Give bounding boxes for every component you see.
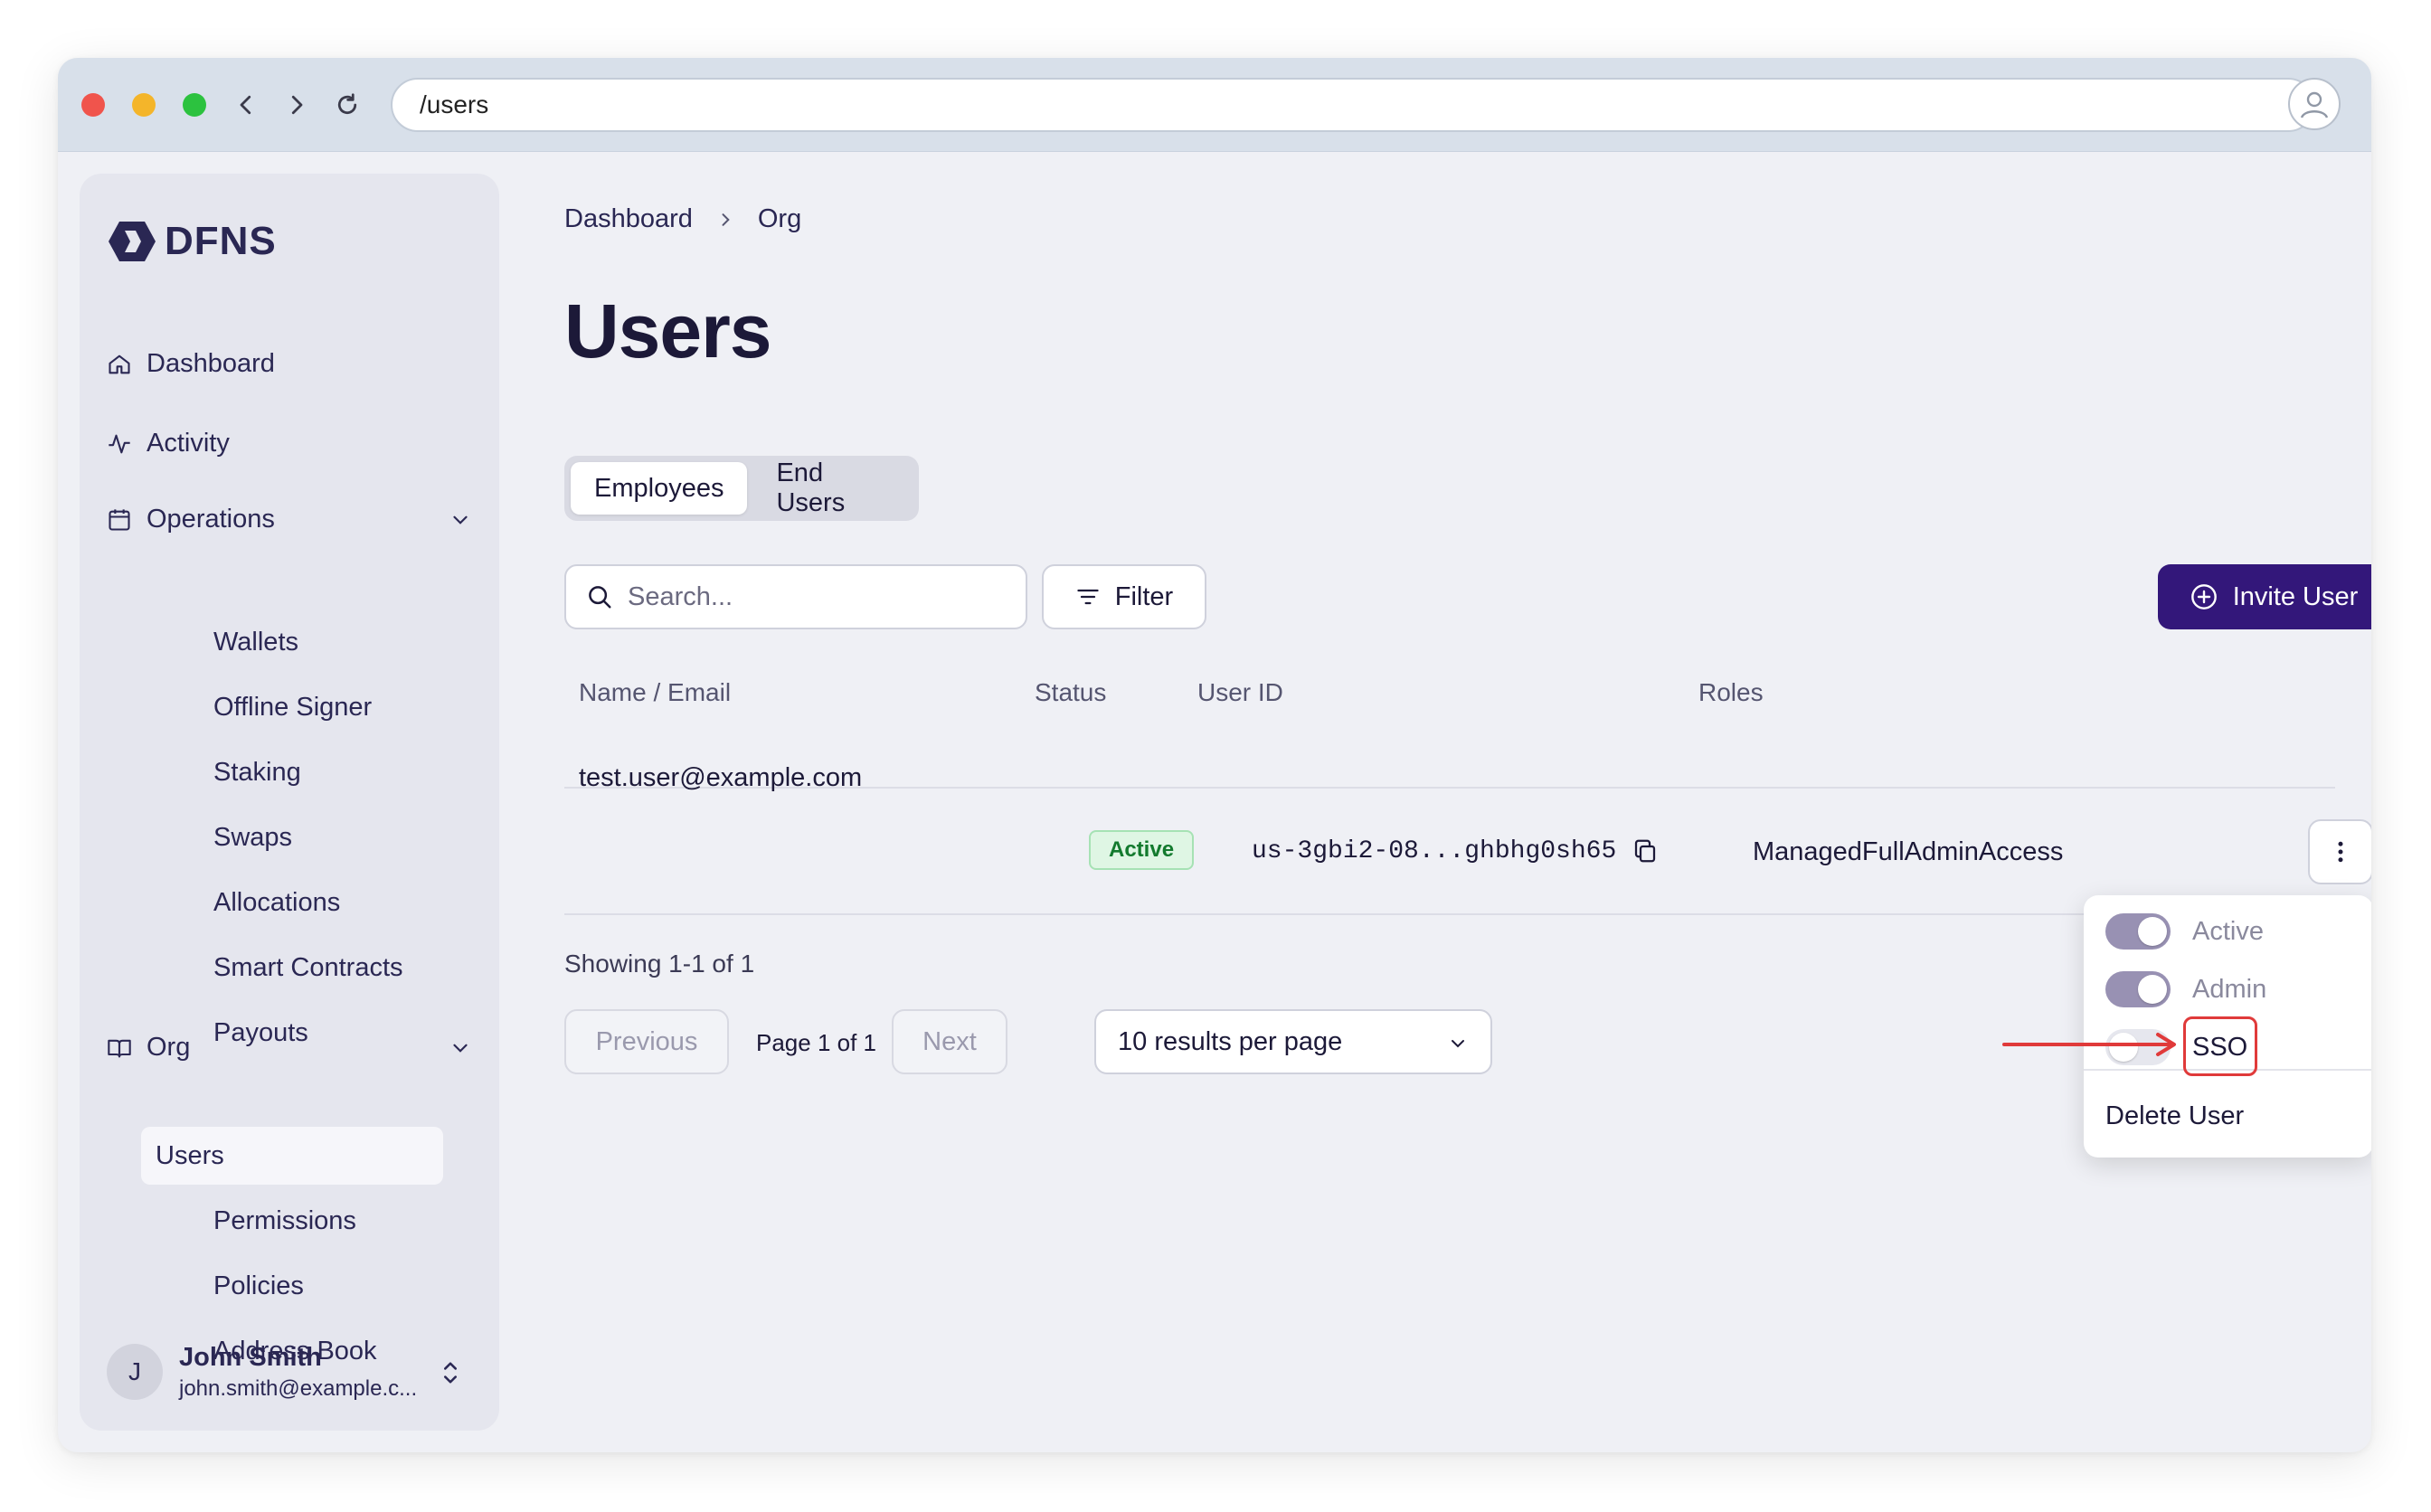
book-icon xyxy=(108,1039,131,1057)
toggle-admin-row[interactable]: Admin xyxy=(2105,971,2266,1007)
sidebar-item-permissions[interactable]: Permissions xyxy=(213,1206,356,1236)
tab-employees[interactable]: Employees xyxy=(571,462,748,515)
sidebar-item-activity[interactable]: Activity xyxy=(107,429,230,458)
user-email: john.smith@example.c... xyxy=(179,1375,418,1401)
annotation-arrow-icon xyxy=(2002,1033,2176,1056)
sidebar-item-swaps[interactable]: Swaps xyxy=(213,823,292,853)
breadcrumb-dashboard[interactable]: Dashboard xyxy=(564,204,693,234)
close-window-button[interactable] xyxy=(81,93,105,117)
sidebar-item-payouts[interactable]: Payouts xyxy=(213,1018,308,1048)
sidebar-item-policies[interactable]: Policies xyxy=(213,1271,304,1301)
next-button[interactable]: Next xyxy=(892,1009,1007,1074)
sidebar-item-label: Dashboard xyxy=(147,349,275,378)
sidebar-item-smart-contracts[interactable]: Smart Contracts xyxy=(213,953,403,983)
address-bar[interactable]: /users xyxy=(391,78,2315,132)
sidebar-item-label: Operations xyxy=(147,505,275,534)
search-icon xyxy=(589,586,611,609)
sidebar: DFNS Dashboard Activity Operations Walle… xyxy=(80,174,499,1431)
sidebar-item-offline-signer[interactable]: Offline Signer xyxy=(213,693,372,723)
minimize-window-button[interactable] xyxy=(132,93,156,117)
page-title: Users xyxy=(564,288,772,373)
main-content: Dashboard Org Users Employees End Users … xyxy=(564,152,2371,1452)
invite-user-label: Invite User xyxy=(2232,581,2359,611)
toggle-active-switch[interactable] xyxy=(2105,913,2171,950)
filter-button[interactable]: Filter xyxy=(1042,564,1206,629)
sidebar-item-users[interactable]: Users xyxy=(141,1127,443,1185)
user-name: John Smith xyxy=(179,1342,322,1372)
url-text: /users xyxy=(420,90,489,118)
maximize-window-button[interactable] xyxy=(183,93,206,117)
copy-icon[interactable] xyxy=(1632,837,1659,865)
results-per-page-value: 10 results per page xyxy=(1118,1026,1343,1056)
browser-toolbar: /users xyxy=(58,58,2371,152)
home-icon xyxy=(109,354,130,373)
sso-highlight-box xyxy=(2183,1016,2257,1076)
status-badge: Active xyxy=(1089,830,1195,870)
toggle-active-row[interactable]: Active xyxy=(2105,913,2264,950)
breadcrumb-org[interactable]: Org xyxy=(758,204,801,234)
column-header-status: Status xyxy=(1035,678,1107,706)
results-per-page-select[interactable]: 10 results per page xyxy=(1094,1009,1492,1074)
chevron-up-down-icon xyxy=(444,1362,457,1384)
toggle-admin-label: Admin xyxy=(2192,974,2267,1004)
results-count: Showing 1-1 of 1 xyxy=(564,950,755,978)
chevron-down-icon[interactable] xyxy=(449,1036,472,1060)
sidebar-item-wallets[interactable]: Wallets xyxy=(213,628,298,657)
reload-icon[interactable] xyxy=(327,85,367,125)
toggle-active-label: Active xyxy=(2192,916,2264,946)
page-indicator: Page 1 of 1 xyxy=(756,1029,876,1056)
calendar-icon xyxy=(109,508,130,531)
user-id-cell: us-3gbi2-08...ghbhg0sh65 xyxy=(1252,837,1617,865)
column-header-roles: Roles xyxy=(1698,678,1764,706)
sidebar-item-operations[interactable]: Operations xyxy=(107,505,275,534)
column-header-user-id: User ID xyxy=(1197,678,1283,706)
back-icon[interactable] xyxy=(226,85,266,125)
user-email-cell: test.user@example.com xyxy=(579,763,863,792)
filter-label: Filter xyxy=(1114,581,1174,611)
profile-icon[interactable] xyxy=(2288,78,2341,130)
sidebar-item-allocations[interactable]: Allocations xyxy=(213,888,340,918)
forward-icon[interactable] xyxy=(277,85,317,125)
chevron-down-icon xyxy=(1452,1040,1464,1048)
dfns-logo-icon xyxy=(109,222,156,261)
breadcrumb: Dashboard Org xyxy=(564,204,801,234)
row-actions-button[interactable] xyxy=(2308,819,2371,884)
sidebar-item-label: Activity xyxy=(147,429,230,458)
more-vertical-icon xyxy=(2338,841,2343,863)
avatar: J xyxy=(107,1344,163,1400)
search-placeholder: Search... xyxy=(628,581,733,611)
plus-circle-icon xyxy=(2190,584,2217,610)
invite-user-button[interactable]: Invite User xyxy=(2158,564,2371,629)
table-row-divider xyxy=(564,913,2335,915)
search-input[interactable]: Search... xyxy=(564,564,1027,629)
chevron-down-icon[interactable] xyxy=(449,508,472,532)
sidebar-item-dashboard[interactable]: Dashboard xyxy=(107,349,275,379)
dfns-logo[interactable]: DFNS xyxy=(107,219,277,264)
sidebar-item-staking[interactable]: Staking xyxy=(213,758,301,788)
filter-icon xyxy=(1077,589,1099,605)
delete-user-item[interactable]: Delete User xyxy=(2105,1101,2244,1131)
previous-button[interactable]: Previous xyxy=(564,1009,729,1074)
activity-icon xyxy=(109,434,130,453)
sidebar-item-label: Org xyxy=(147,1033,191,1062)
tab-end-users[interactable]: End Users xyxy=(752,458,913,517)
browser-window: /users DFNS Dashboard Activity Operation… xyxy=(58,58,2371,1452)
sidebar-item-org[interactable]: Org xyxy=(107,1033,190,1063)
tab-group: Employees End Users xyxy=(564,456,919,521)
column-header-name: Name / Email xyxy=(579,678,732,706)
toggle-admin-switch[interactable] xyxy=(2105,971,2171,1007)
logo-text: DFNS xyxy=(165,219,277,263)
user-menu[interactable]: J John Smith john.smith@example.c... xyxy=(107,1340,472,1403)
roles-cell: ManagedFullAdminAccess xyxy=(1753,837,2064,866)
chevron-right-icon xyxy=(722,213,730,226)
